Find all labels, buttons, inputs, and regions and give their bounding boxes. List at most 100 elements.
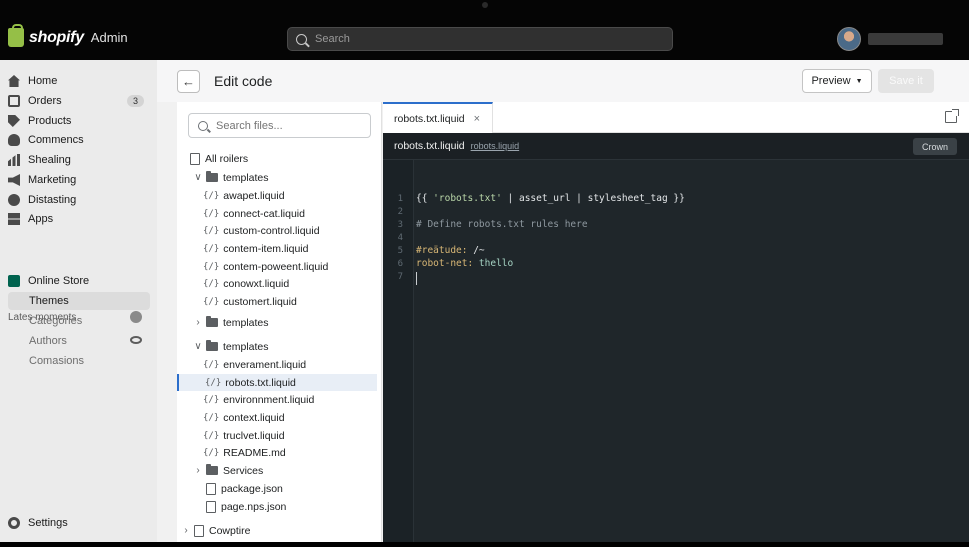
- preview-button[interactable]: Preview ▼: [802, 69, 872, 93]
- sidebar-subitem-authors[interactable]: Authors: [29, 332, 67, 350]
- chevron-right-icon[interactable]: ›: [193, 465, 203, 476]
- tree-file[interactable]: {/} connect-cat.liquid: [179, 205, 379, 222]
- search-icon: [296, 33, 307, 45]
- liquid-file-icon: {/}: [203, 296, 220, 307]
- sidebar-item-settings[interactable]: Settings: [8, 514, 150, 532]
- sidebar-subitem-categories[interactable]: Categories: [29, 312, 82, 330]
- chevron-down-icon[interactable]: ∨: [193, 341, 203, 352]
- file-link[interactable]: robots.liquid: [471, 141, 520, 151]
- tree-file[interactable]: {/} context.liquid: [179, 409, 379, 426]
- tree-file[interactable]: {/} enverament.liquid: [179, 356, 379, 373]
- save-button[interactable]: Save it: [878, 69, 934, 93]
- liquid-file-icon: {/}: [203, 359, 220, 370]
- top-bar: shopify Admin Search: [0, 0, 969, 60]
- liquid-file-icon: {/}: [203, 190, 220, 201]
- sidebar-item-customers[interactable]: Commencs: [8, 131, 150, 149]
- sidebar-item-online-store[interactable]: Online Store: [8, 272, 150, 290]
- back-button[interactable]: ←: [177, 70, 200, 93]
- tree-file[interactable]: {/} environnment.liquid: [179, 391, 379, 408]
- current-file-name: robots.txt.liquid: [394, 140, 465, 152]
- liquid-file-icon: {/}: [203, 430, 220, 441]
- tree-folder[interactable]: ∨ templates: [179, 338, 379, 355]
- tree-item-label: context.liquid: [223, 411, 285, 424]
- close-icon[interactable]: ×: [474, 113, 480, 125]
- shopify-logo[interactable]: shopify Admin: [8, 24, 128, 47]
- tree-file[interactable]: {/} customert.liquid: [179, 293, 379, 310]
- sidebar-item-label: Products: [28, 115, 72, 127]
- sidebar-item-label: Apps: [28, 213, 54, 225]
- account-name-redacted[interactable]: [868, 33, 943, 45]
- crown-button[interactable]: Crown: [912, 138, 957, 155]
- tree-file[interactable]: › Cowptire: [181, 522, 381, 539]
- fullscreen-icon[interactable]: [945, 109, 959, 123]
- tree-item-label: custom-control.liquid: [223, 224, 320, 237]
- tree-item-label: contem-item.liquid: [223, 242, 309, 255]
- line-number-gutter: 1 2 3 4 5 6 7: [383, 160, 414, 542]
- code-line: robot-net: thello: [416, 258, 513, 269]
- sidebar-item-label: Home: [28, 75, 58, 87]
- tree-item-label: enverament.liquid: [223, 358, 307, 371]
- tag-icon: [8, 115, 20, 127]
- tree-item-label: awapet.liquid: [223, 189, 285, 202]
- folder-icon: [206, 464, 218, 475]
- tree-file[interactable]: {/} custom-control.liquid: [179, 222, 379, 239]
- sidebar-item-discounts[interactable]: Distasting: [8, 191, 150, 209]
- tab-robots-txt-liquid[interactable]: robots.txt.liquid ×: [383, 102, 493, 133]
- tree-folder[interactable]: › Services: [179, 462, 379, 479]
- line-number: 5: [397, 246, 403, 256]
- file-icon: [206, 482, 216, 495]
- sidebar-item-products[interactable]: Products: [8, 112, 150, 130]
- tree-root-label: All roilers: [205, 152, 249, 165]
- tree-file-selected[interactable]: {/} robots.txt.liquid: [177, 374, 377, 391]
- folder-icon: [206, 316, 218, 327]
- tree-item-label: README.md: [223, 446, 286, 459]
- liquid-file-icon: {/}: [203, 243, 220, 254]
- text-cursor: [416, 272, 417, 285]
- chevron-right-icon[interactable]: ›: [181, 525, 191, 536]
- tree-file[interactable]: {/} contem-item.liquid: [179, 240, 379, 257]
- file-search-input[interactable]: [188, 113, 371, 138]
- sidebar-item-home[interactable]: Home: [8, 72, 150, 90]
- add-channel-icon[interactable]: [130, 311, 142, 323]
- tree-item-label: truclvet.liquid: [223, 429, 285, 442]
- folder-icon: [206, 171, 218, 182]
- sidebar-item-label: Marketing: [28, 174, 77, 186]
- code-area[interactable]: 1 2 3 4 5 6 7 {{ 'robots.txt' | asset_ur…: [383, 160, 969, 542]
- code-token-key: robot-net:: [416, 258, 474, 269]
- code-token-value: thello: [473, 258, 514, 269]
- tree-file[interactable]: package.json: [179, 480, 379, 497]
- view-store-icon[interactable]: [130, 336, 142, 344]
- liquid-file-icon: {/}: [203, 412, 220, 423]
- tree-file[interactable]: page.nps.json: [179, 498, 379, 515]
- liquid-file-icon: {/}: [203, 394, 220, 405]
- avatar[interactable]: [837, 27, 861, 51]
- sidebar-item-marketing[interactable]: Marketing: [8, 171, 150, 189]
- tree-file[interactable]: {/} awapet.liquid: [179, 187, 379, 204]
- global-search-input[interactable]: Search: [287, 27, 673, 51]
- tree-item-label: Services: [223, 464, 264, 477]
- tree-file[interactable]: {/} contem-poweent.liquid: [179, 258, 379, 275]
- sidebar-subitem-themes[interactable]: Themes: [8, 292, 150, 310]
- line-number: 3: [397, 220, 403, 230]
- tree-item-label: package.json: [221, 482, 283, 495]
- sidebar-item-label: Commencs: [28, 134, 84, 146]
- tree-file[interactable]: {/} conowxt.liquid: [179, 275, 379, 292]
- sidebar-subitem-comasions[interactable]: Comasions: [29, 352, 84, 370]
- tree-folder[interactable]: › templates: [179, 314, 379, 331]
- tree-item-label: templates: [223, 171, 269, 184]
- tree-file[interactable]: {/} README.md: [179, 444, 379, 461]
- sidebar-item-orders[interactable]: Orders 3: [8, 92, 150, 110]
- tree-item-label: Cowptire: [209, 524, 251, 537]
- chevron-right-icon[interactable]: ›: [193, 317, 203, 328]
- sidebar-item-apps[interactable]: Apps: [8, 210, 150, 228]
- tree-root[interactable]: All roilers: [190, 150, 390, 167]
- page-header: ← Edit code Preview ▼ Save it: [157, 60, 969, 102]
- sidebar-item-analytics[interactable]: Shealing: [8, 151, 150, 169]
- file-search-field[interactable]: [216, 119, 356, 132]
- tree-folder[interactable]: ∨ templates: [179, 169, 379, 186]
- liquid-file-icon: {/}: [203, 261, 220, 272]
- sidebar-item-label: Settings: [28, 517, 68, 529]
- file-icon: [194, 524, 204, 537]
- tree-file[interactable]: {/} truclvet.liquid: [179, 427, 379, 444]
- chevron-down-icon[interactable]: ∨: [193, 172, 203, 183]
